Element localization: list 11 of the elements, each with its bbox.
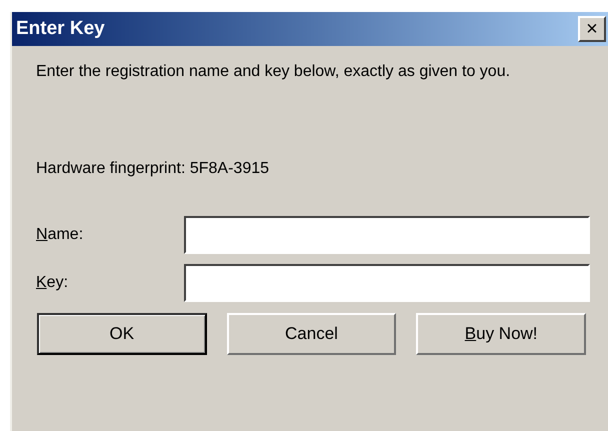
input-field[interactable] bbox=[184, 216, 590, 254]
instruction-text: Enter the registration name and key below, exactly as given to you. bbox=[36, 62, 512, 82]
field-label: Name: bbox=[36, 225, 84, 245]
fingerprint-text: Hardware fingerprint: 5F8A-3915 bbox=[36, 159, 270, 179]
field-label: Key: bbox=[36, 273, 70, 293]
dialog-button[interactable]: Buy Now! bbox=[416, 313, 586, 355]
dialog-button[interactable]: OK bbox=[37, 313, 207, 355]
close-button[interactable]: × bbox=[578, 16, 606, 42]
dialog-button[interactable]: Cancel bbox=[226, 313, 396, 355]
window-title: Enter Key bbox=[16, 16, 105, 41]
input-field[interactable] bbox=[184, 264, 590, 302]
